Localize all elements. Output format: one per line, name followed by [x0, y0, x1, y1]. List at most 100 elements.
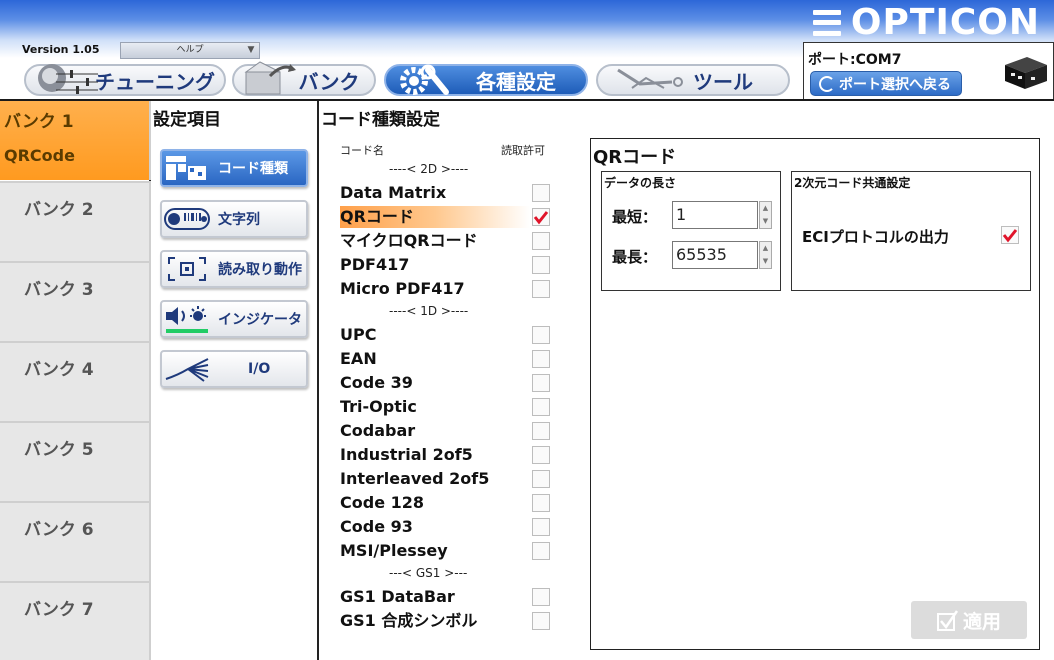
bank-item-3[interactable]: バンク 3 [0, 261, 151, 341]
tab-tuning[interactable]: チューニング [24, 64, 226, 96]
code-row-gs1-databar[interactable]: GS1 DataBar [340, 586, 550, 608]
group-title: データの長さ [604, 176, 677, 190]
code-row-tri-optic[interactable]: Tri-Optic [340, 396, 550, 418]
tool-icon [617, 68, 683, 89]
code-checkbox[interactable] [532, 494, 550, 512]
apply-button[interactable]: 適用 [911, 601, 1027, 639]
bank-item-6[interactable]: バンク 6 [0, 501, 151, 581]
settings-item-read-action[interactable]: 読み取り動作 [160, 250, 308, 288]
code-name: MSI/Plessey [340, 541, 448, 560]
code-name: EAN [340, 349, 377, 368]
settings-item-label: インジケータ [218, 312, 302, 328]
code-name: Micro PDF417 [340, 279, 465, 298]
code-checkbox[interactable] [532, 518, 550, 536]
code-checkbox[interactable] [532, 398, 550, 416]
settings-item-label: コード種類 [218, 161, 288, 177]
code-checkbox[interactable] [532, 256, 550, 274]
code-row-micro-pdf417[interactable]: Micro PDF417 [340, 278, 550, 300]
code-checkbox[interactable] [532, 326, 550, 344]
settings-item-indicator[interactable]: インジケータ [160, 300, 308, 338]
code-row-gs1-composite[interactable]: GS1 合成シンボル [340, 610, 550, 632]
code-checkbox[interactable] [532, 374, 550, 392]
code-checkbox[interactable] [532, 280, 550, 298]
bank-item-2[interactable]: バンク 2 [0, 181, 151, 261]
settings-title: 設定項目 [153, 110, 221, 130]
min-length-input[interactable]: 1 [672, 201, 758, 229]
indicator-icon [162, 304, 212, 334]
tab-tool[interactable]: ツール [596, 64, 790, 96]
scanner-device-icon [1005, 57, 1047, 89]
code-checkbox[interactable] [532, 588, 550, 606]
code-row-code128[interactable]: Code 128 [340, 492, 550, 514]
spin-down-icon[interactable]: ▼ [760, 215, 771, 228]
code-row-data-matrix[interactable]: Data Matrix [340, 182, 550, 204]
eci-label: ECIプロトコルの出力 [802, 228, 949, 246]
settings-item-string[interactable]: 文字列 [160, 200, 308, 238]
code-name: Code 93 [340, 517, 413, 536]
code-name: マイクロQRコード [340, 231, 478, 250]
max-length-spinner[interactable]: ▲ ▼ [759, 241, 772, 269]
code-checkbox[interactable] [532, 232, 550, 250]
code-checkbox[interactable] [532, 612, 550, 630]
code-row-qr[interactable]: QRコード [340, 206, 550, 228]
port-panel: ポート:COM7 ポート選択へ戻る [803, 42, 1054, 100]
code-row-codabar[interactable]: Codabar [340, 420, 550, 442]
data-string-icon [162, 204, 212, 234]
settings-panel: 設定項目 コード種類 文字列 読み取り動作 インジケータ I/O [151, 101, 319, 660]
help-menu-label: ヘルプ [176, 45, 204, 55]
min-length-spinner[interactable]: ▲ ▼ [759, 201, 772, 229]
max-label: 最長： [612, 248, 658, 266]
bank-item-1[interactable]: バンク 1 QRCode [0, 101, 151, 180]
code-row-pdf417[interactable]: PDF417 [340, 254, 550, 276]
code-name: UPC [340, 325, 377, 344]
code-row-interleaved-2of5[interactable]: Interleaved 2of5 [340, 468, 550, 490]
code-checkbox[interactable] [532, 350, 550, 368]
spin-down-icon[interactable]: ▼ [760, 255, 771, 268]
apply-check-icon [936, 610, 959, 631]
tab-tuning-label: チューニング [95, 69, 215, 94]
settings-item-io[interactable]: I/O [160, 350, 308, 388]
code-row-msi-plessey[interactable]: MSI/Plessey [340, 540, 550, 562]
separator-gs1: ---< GS1 >--- [389, 566, 468, 580]
bank-label: バンク 5 [24, 440, 94, 460]
max-length-input[interactable]: 65535 [672, 241, 758, 269]
bank-item-7[interactable]: バンク 7 [0, 581, 151, 660]
help-menu[interactable]: ヘルプ ▼ [120, 42, 260, 59]
tab-bank[interactable]: バンク [232, 61, 376, 96]
spin-up-icon[interactable]: ▲ [760, 242, 771, 255]
code-checkbox[interactable] [532, 184, 550, 202]
code-row-micro-qr[interactable]: マイクロQRコード [340, 230, 550, 252]
bank-sub-label: QRCode [4, 146, 75, 165]
spin-up-icon[interactable]: ▲ [760, 202, 771, 215]
code-checkbox[interactable] [532, 542, 550, 560]
bank-label: バンク 2 [24, 200, 94, 220]
tab-tool-label: ツール [693, 69, 753, 94]
detail-title: QRコード [593, 147, 677, 168]
settings-item-label: I/O [248, 361, 271, 377]
code-checkbox[interactable] [532, 470, 550, 488]
bank-label: バンク 4 [24, 360, 94, 380]
code-row-industrial-2of5[interactable]: Industrial 2of5 [340, 444, 550, 466]
code-row-upc[interactable]: UPC [340, 324, 550, 346]
code-name: Code 39 [340, 373, 413, 392]
code-row-code39[interactable]: Code 39 [340, 372, 550, 394]
code-row-code93[interactable]: Code 93 [340, 516, 550, 538]
settings-item-code-type[interactable]: コード種類 [160, 149, 308, 187]
settings-icon [400, 64, 449, 95]
app-header: OPTICON Version 1.05 ヘルプ ▼ チューニング バンク 各種… [0, 0, 1054, 100]
menu-bars-icon [812, 9, 841, 36]
eci-checkbox[interactable] [1001, 226, 1019, 244]
code-name: GS1 合成シンボル [340, 611, 478, 630]
col-code-name: コード名 [340, 144, 384, 157]
code-checkbox[interactable] [532, 208, 550, 226]
bank-item-5[interactable]: バンク 5 [0, 421, 151, 501]
tab-settings[interactable]: 各種設定 [384, 64, 588, 96]
code-row-ean[interactable]: EAN [340, 348, 550, 370]
code-checkbox[interactable] [532, 422, 550, 440]
refresh-icon [819, 75, 835, 92]
cable-icon [162, 354, 212, 384]
bank-item-4[interactable]: バンク 4 [0, 341, 151, 421]
apply-label: 適用 [962, 610, 1001, 633]
code-checkbox[interactable] [532, 446, 550, 464]
port-back-button[interactable]: ポート選択へ戻る [810, 71, 962, 96]
